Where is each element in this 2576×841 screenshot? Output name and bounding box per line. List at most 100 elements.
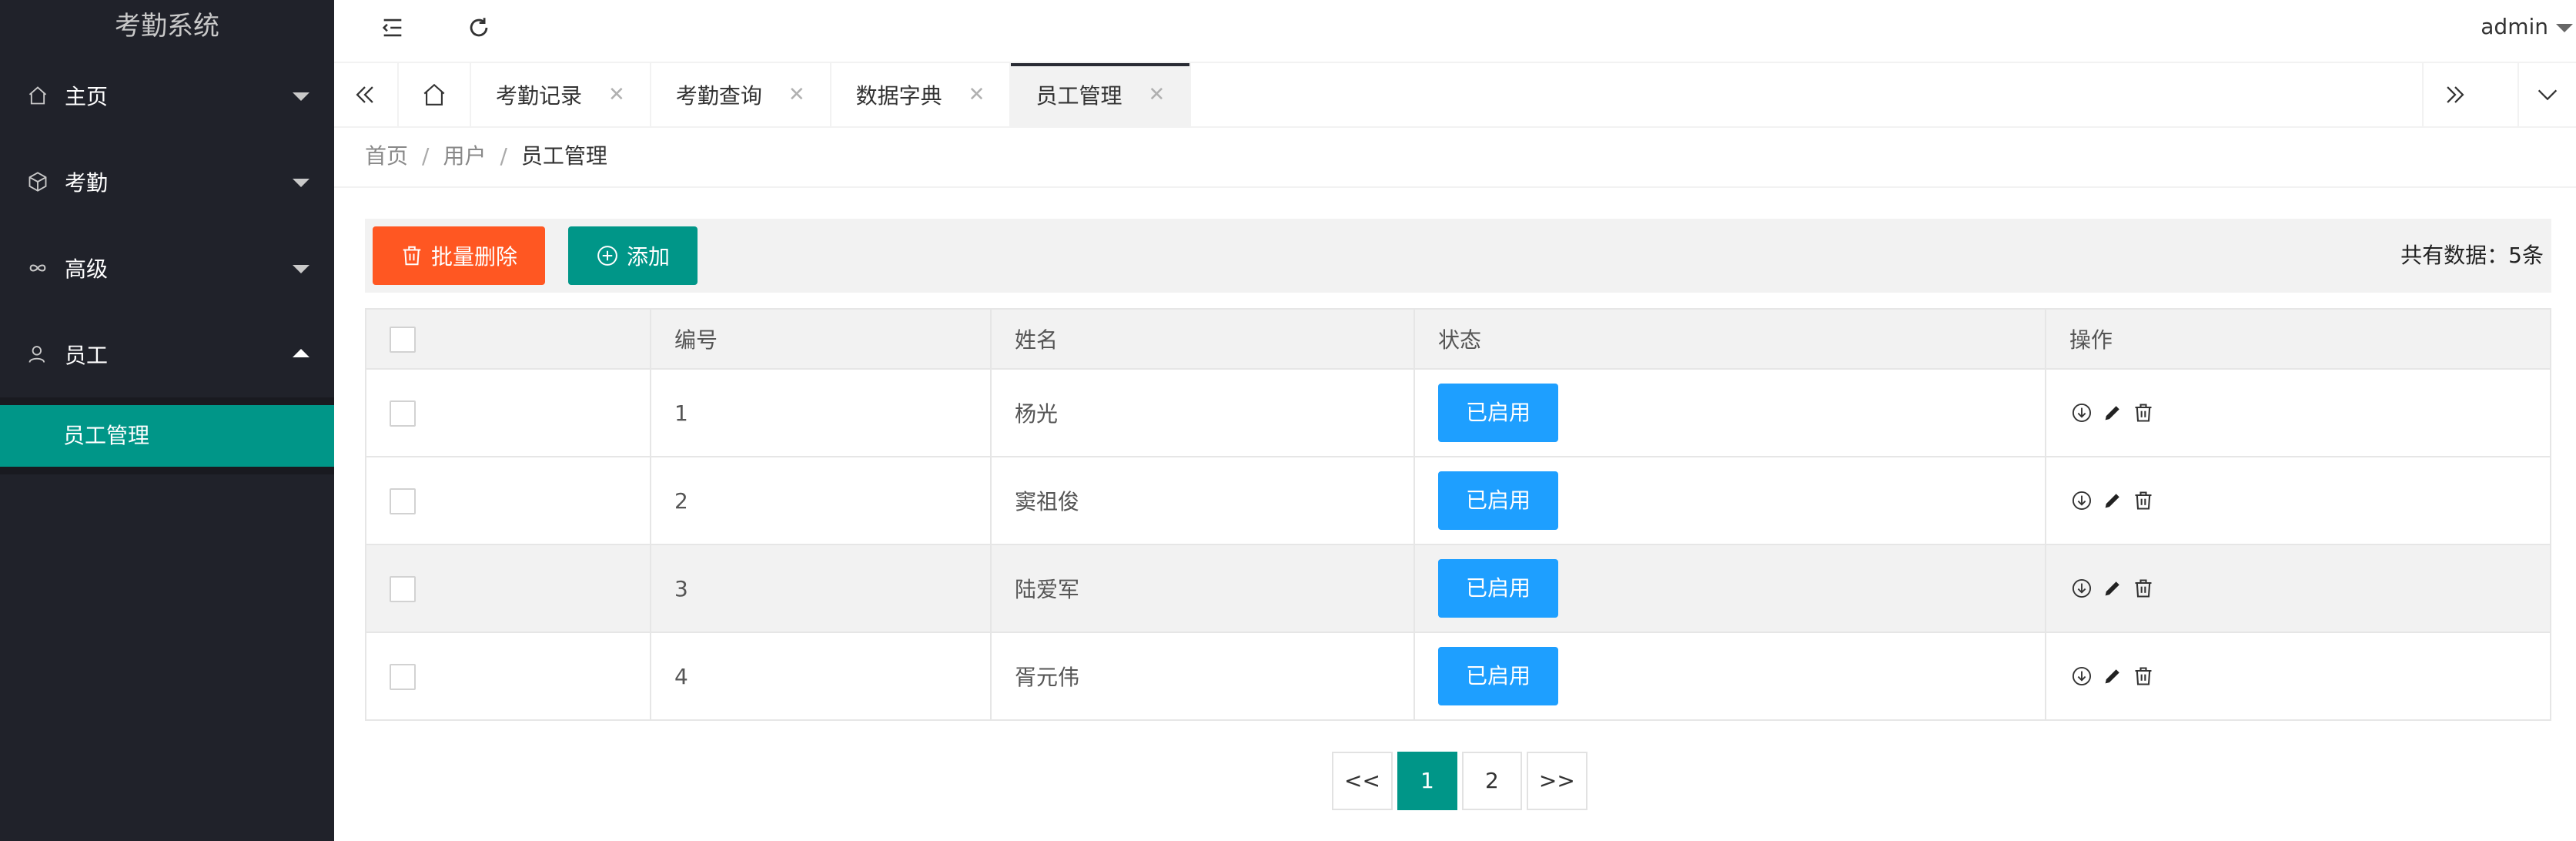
table-row: 3 陆爱军 已启用 <box>365 544 2551 633</box>
sidebar-item-label: 考勤 <box>65 170 109 196</box>
sidebar-item-advanced[interactable]: 高级 <box>0 225 334 311</box>
pagination-page-2[interactable]: 2 <box>1461 752 1522 810</box>
row-checkbox[interactable] <box>390 575 416 602</box>
user-menu[interactable]: admin <box>2481 0 2576 54</box>
delete-icon[interactable] <box>2131 576 2156 601</box>
pagination-next[interactable]: >> <box>1526 752 1587 810</box>
caret-up-icon <box>293 349 309 357</box>
cube-icon <box>26 170 49 193</box>
row-actions <box>2069 400 2527 425</box>
edit-icon[interactable] <box>2100 576 2125 601</box>
caret-down-icon <box>2556 23 2573 32</box>
close-icon[interactable]: ✕ <box>608 85 625 105</box>
indent-icon <box>382 18 402 37</box>
refresh-icon <box>470 18 488 37</box>
double-chevron-right-icon <box>2447 86 2464 103</box>
toolbar: 批量删除 添加 共有数据：5条 <box>365 219 2551 293</box>
row-actions <box>2069 488 2527 513</box>
delete-icon[interactable] <box>2131 488 2156 513</box>
select-all-checkbox[interactable] <box>390 326 416 353</box>
download-icon[interactable] <box>2069 576 2094 601</box>
delete-icon[interactable] <box>2131 400 2156 425</box>
user-icon <box>26 343 49 366</box>
close-icon[interactable]: ✕ <box>1148 85 1165 105</box>
breadcrumb-current: 员工管理 <box>520 143 607 169</box>
download-icon[interactable] <box>2069 488 2094 513</box>
collapse-menu-button[interactable] <box>377 12 408 43</box>
home-icon <box>26 84 49 107</box>
status-button[interactable]: 已启用 <box>1438 471 1559 530</box>
batch-delete-label: 批量删除 <box>431 244 518 270</box>
chevron-down-icon <box>2538 89 2558 101</box>
row-checkbox[interactable] <box>390 488 416 514</box>
download-icon[interactable] <box>2069 664 2094 689</box>
tab-label: 数据字典 <box>855 83 942 109</box>
add-button[interactable]: 添加 <box>568 226 698 285</box>
tabs-dropdown-button[interactable] <box>2517 63 2576 126</box>
table-row: 1 杨光 已启用 <box>365 368 2551 457</box>
sidebar-item-employee[interactable]: 员工 <box>0 311 334 397</box>
status-button[interactable]: 已启用 <box>1438 647 1559 705</box>
employee-table: 编号 姓名 状态 操作 1 杨光 已启用 2 窦祖俊 已启用 3 陆爱军 已启用… <box>365 308 2551 721</box>
row-actions <box>2069 576 2527 601</box>
cell-name: 陆爱军 <box>990 544 1415 633</box>
divider <box>334 186 2576 188</box>
sidebar-item-label: 员工 <box>65 343 109 368</box>
edit-icon[interactable] <box>2100 664 2125 689</box>
caret-down-icon <box>293 179 309 187</box>
batch-delete-button[interactable]: 批量删除 <box>373 226 546 285</box>
breadcrumb-home[interactable]: 首页 <box>365 143 408 169</box>
tab-label: 员工管理 <box>1035 83 1122 109</box>
edit-icon[interactable] <box>2100 488 2125 513</box>
column-header-status: 状态 <box>1413 308 2046 370</box>
table-row: 2 窦祖俊 已启用 <box>365 456 2551 545</box>
infinity-icon <box>26 256 49 280</box>
delete-icon[interactable] <box>2131 664 2156 689</box>
caret-down-icon <box>293 265 309 273</box>
pagination: << 1 2 >> <box>1332 752 1592 810</box>
tab-employee-management[interactable]: 员工管理 ✕ <box>1011 63 1192 126</box>
add-circle-icon <box>597 246 617 266</box>
refresh-button[interactable] <box>463 12 494 43</box>
trash-icon <box>403 246 421 266</box>
column-header-id: 编号 <box>650 308 992 370</box>
double-chevron-left-icon <box>356 86 373 103</box>
cell-name: 胥元伟 <box>990 632 1415 721</box>
tab-label: 考勤查询 <box>675 83 762 109</box>
download-icon[interactable] <box>2069 400 2094 425</box>
username: admin <box>2481 14 2548 39</box>
employee-submenu: 员工管理 <box>0 397 334 474</box>
sidebar-item-home[interactable]: 主页 <box>0 52 334 139</box>
sidebar-item-label: 高级 <box>65 256 109 282</box>
status-button[interactable]: 已启用 <box>1438 384 1559 442</box>
table-header-row: 编号 姓名 状态 操作 <box>365 308 2551 370</box>
sidebar-item-attendance[interactable]: 考勤 <box>0 139 334 225</box>
row-checkbox[interactable] <box>390 663 416 690</box>
pagination-page-1[interactable]: 1 <box>1397 752 1457 810</box>
cell-id: 3 <box>650 544 992 633</box>
breadcrumb-separator: / <box>500 143 507 169</box>
cell-id: 2 <box>650 456 992 545</box>
caret-down-icon <box>293 92 309 101</box>
pagination-prev[interactable]: << <box>1332 752 1393 810</box>
tab-home[interactable] <box>397 63 471 126</box>
cell-id: 1 <box>650 368 992 457</box>
cell-name: 窦祖俊 <box>990 456 1415 545</box>
tab-attendance-query[interactable]: 考勤查询 ✕ <box>651 63 831 126</box>
close-icon[interactable]: ✕ <box>969 85 985 105</box>
edit-icon[interactable] <box>2100 400 2125 425</box>
tab-attendance-record[interactable]: 考勤记录 ✕ <box>471 63 651 126</box>
add-label: 添加 <box>627 244 671 270</box>
close-icon[interactable]: ✕ <box>788 85 805 105</box>
breadcrumb-separator: / <box>422 143 430 169</box>
select-all-cell <box>365 308 651 370</box>
tabs-scroll-left-button[interactable] <box>350 63 380 126</box>
breadcrumb-users[interactable]: 用户 <box>443 143 486 169</box>
tab-data-dictionary[interactable]: 数据字典 ✕ <box>831 63 1012 126</box>
row-checkbox[interactable] <box>390 400 416 427</box>
top-header: admin <box>334 0 2576 63</box>
column-header-name: 姓名 <box>990 308 1415 370</box>
status-button[interactable]: 已启用 <box>1438 559 1559 618</box>
tabs-scroll-right-button[interactable] <box>2422 63 2487 126</box>
sidebar-item-employee-management[interactable]: 员工管理 <box>0 405 334 467</box>
